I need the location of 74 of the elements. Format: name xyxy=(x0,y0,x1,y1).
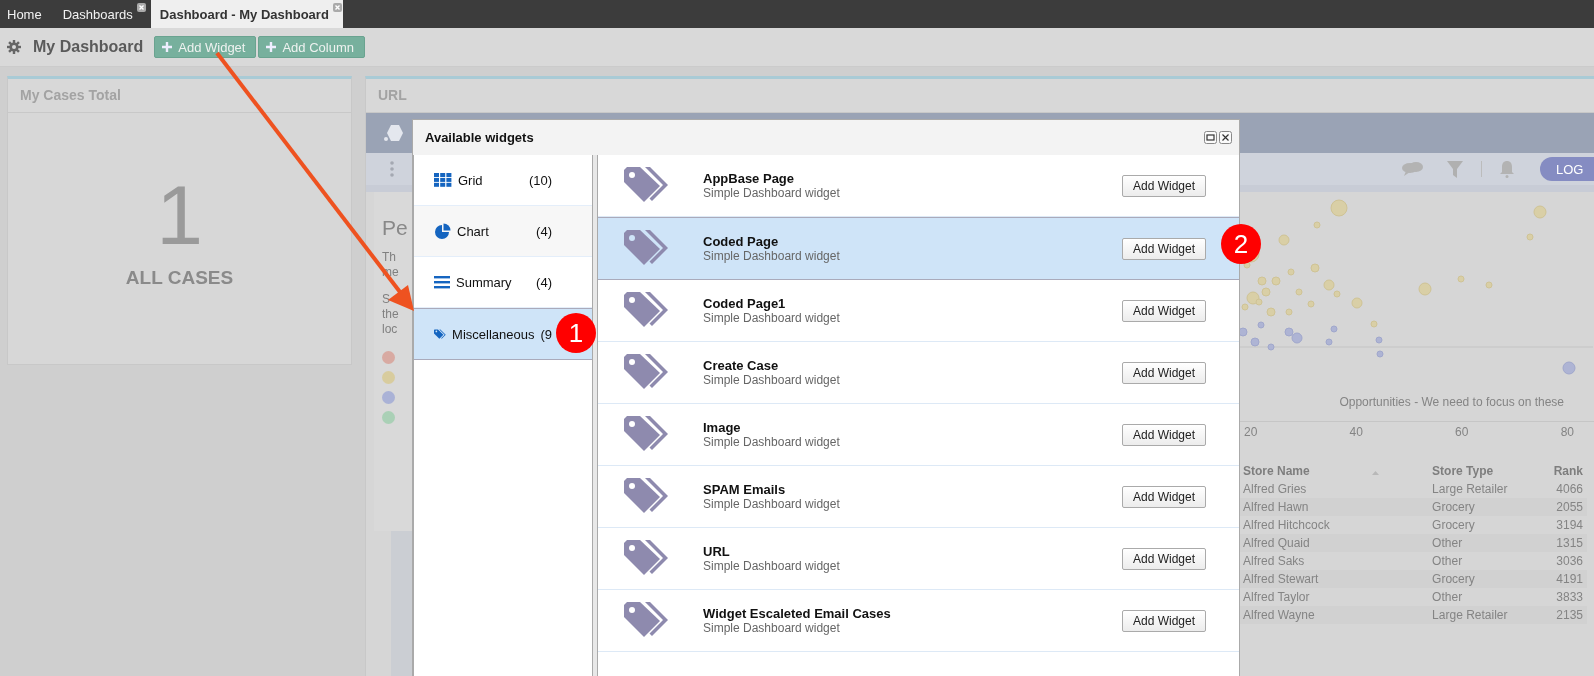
case-count: 1 xyxy=(156,173,203,257)
tab[interactable]: Dashboards xyxy=(55,0,147,28)
table-cell: Grocery xyxy=(1428,570,1538,588)
card-heading: Pe xyxy=(382,216,408,240)
add-widget-button[interactable]: Add Widget xyxy=(1121,423,1206,446)
widget-description: Simple Dashboard widget xyxy=(703,435,841,449)
add-widget-button[interactable]: Add Widget xyxy=(1121,299,1206,322)
category-count: (4) xyxy=(536,223,552,239)
widget-title: Widget Escaleted Email Cases xyxy=(703,606,892,621)
widget-title: Coded Page xyxy=(703,234,780,249)
table-cell: Alfred Saks xyxy=(1239,552,1429,570)
table-cell: 3194 xyxy=(1537,516,1587,534)
widget-description: Simple Dashboard widget xyxy=(703,186,841,200)
table-cell: Alfred Gries xyxy=(1239,480,1429,498)
add-widget-button[interactable]: Add Widget xyxy=(1121,609,1206,632)
widget-description: Simple Dashboard widget xyxy=(703,311,841,325)
table-cell: Other xyxy=(1428,534,1538,552)
widget-description: Simple Dashboard widget xyxy=(703,621,841,635)
table-cell: Alfred Wayne xyxy=(1239,606,1429,624)
widget-description: Simple Dashboard widget xyxy=(703,373,841,387)
tab[interactable]: Dashboard - My Dashboard xyxy=(150,0,343,28)
category-label: Chart xyxy=(457,223,490,239)
axis-tick-label: 40 xyxy=(1349,425,1363,439)
axis-tick-label: 60 xyxy=(1455,425,1469,439)
table-cell: Grocery xyxy=(1428,498,1538,516)
add-widget-button[interactable]: Add Widget xyxy=(1121,547,1206,570)
widget-description: Simple Dashboard widget xyxy=(703,559,841,573)
table-cell: Other xyxy=(1428,552,1538,570)
category-label: Miscellaneous xyxy=(452,326,535,342)
table-cell: Alfred Taylor xyxy=(1239,588,1429,606)
table-cell: Large Retailer xyxy=(1428,480,1538,498)
category-item[interactable]: Chart (4) xyxy=(414,206,592,257)
card-text: Th xyxy=(382,250,397,265)
add-widget-button[interactable]: Add Widget xyxy=(1121,361,1206,384)
widget-description: Simple Dashboard widget xyxy=(703,249,841,263)
table-cell: 1315 xyxy=(1537,534,1587,552)
category-label: Summary xyxy=(456,274,513,290)
table-cell: Alfred Hitchcock xyxy=(1239,516,1429,534)
category-label: Grid xyxy=(458,172,484,188)
category-count: (9 xyxy=(540,326,552,342)
table-cell: Other xyxy=(1428,588,1538,606)
table-cell: 4191 xyxy=(1537,570,1587,588)
dialog-title: Available widgets xyxy=(425,130,535,145)
case-label: ALL CASES xyxy=(125,267,234,289)
table-cell: 2055 xyxy=(1537,498,1587,516)
add-widget-button[interactable]: Add Widget xyxy=(1121,485,1206,508)
widget-title: Create Case xyxy=(703,358,780,373)
widget-description: Simple Dashboard widget xyxy=(703,497,841,511)
widget-title: Coded Page1 xyxy=(703,296,787,311)
tab[interactable]: Home xyxy=(0,0,56,28)
table-cell: 3036 xyxy=(1537,552,1587,570)
category-count: (10) xyxy=(528,172,552,188)
add-widget-button[interactable]: Add Widget xyxy=(1121,237,1206,260)
chart-caption: Opportunities - We need to focus on these xyxy=(1338,395,1565,409)
widget-title: AppBase Page xyxy=(703,171,796,186)
card-text: the xyxy=(382,307,399,322)
widget-title: Image xyxy=(703,420,742,435)
widget-title: SPAM Emails xyxy=(703,482,787,497)
widget-title: URL xyxy=(703,544,731,559)
axis-tick-label: 20 xyxy=(1244,425,1258,439)
dashboard-title: My Dashboard xyxy=(33,38,144,56)
table-cell: 2135 xyxy=(1537,606,1587,624)
card-text: loc xyxy=(382,322,399,337)
table-cell: Alfred Stewart xyxy=(1239,570,1429,588)
table-cell: 3833 xyxy=(1537,588,1587,606)
card-text: S xyxy=(382,292,391,307)
axis-tick-label: 80 xyxy=(1560,425,1574,439)
add-widget-button[interactable]: Add Widget xyxy=(1121,174,1206,197)
table-cell: Alfred Hawn xyxy=(1239,498,1429,516)
table-cell: Grocery xyxy=(1428,516,1538,534)
table-cell: 4066 xyxy=(1537,480,1587,498)
table-cell: Alfred Quaid xyxy=(1239,534,1429,552)
table-cell: Large Retailer xyxy=(1428,606,1538,624)
category-count: (4) xyxy=(536,274,552,290)
